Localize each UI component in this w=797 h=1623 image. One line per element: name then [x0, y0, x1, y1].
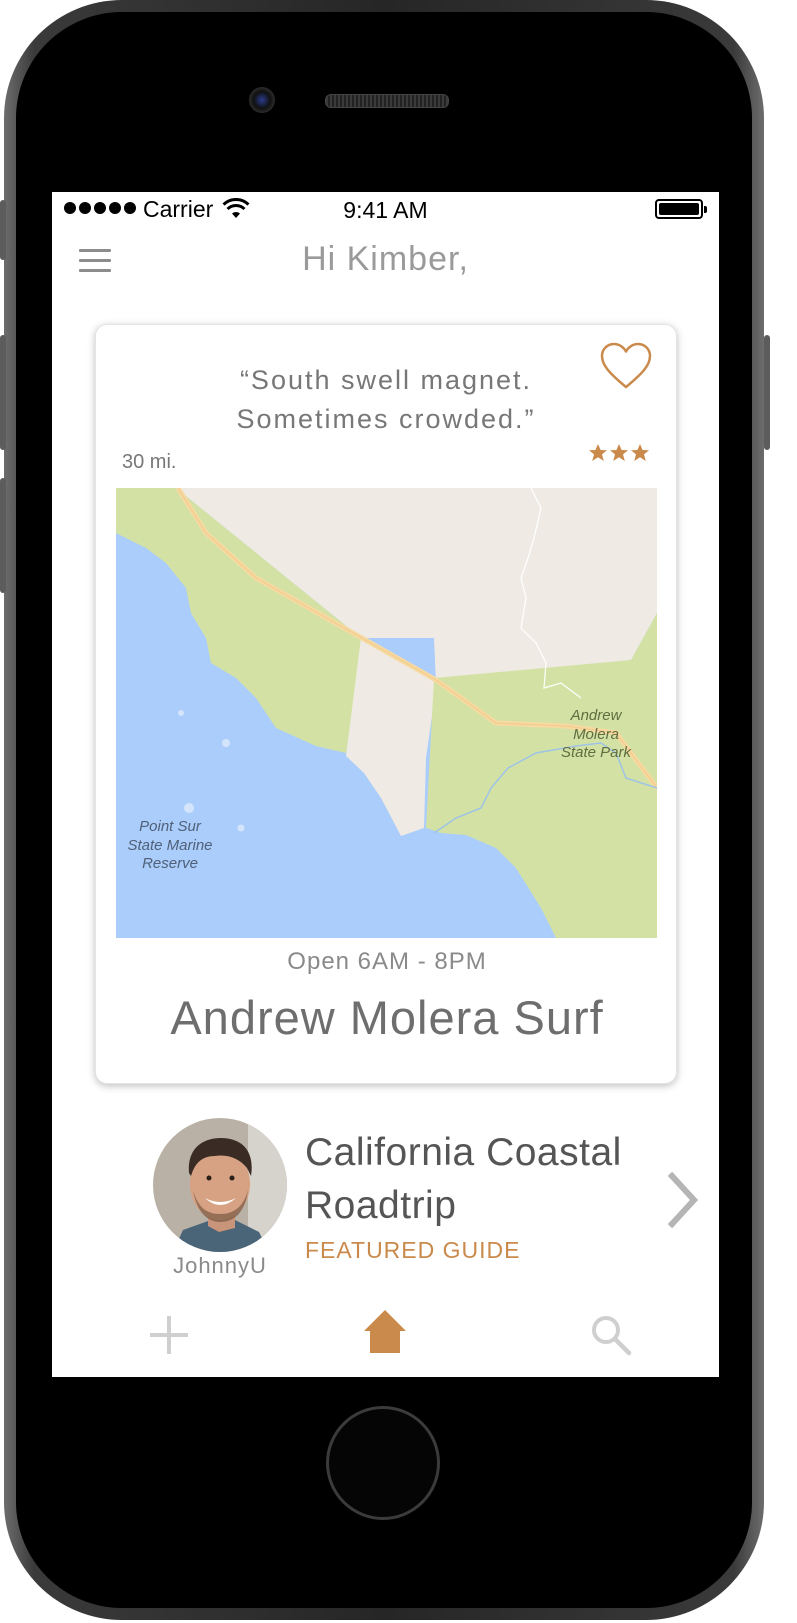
spot-name: Andrew Molera Surf [170, 991, 604, 1044]
front-camera [249, 87, 275, 113]
volume-down-button [0, 478, 6, 593]
guide-author-username[interactable]: JohnnyU [150, 1253, 290, 1279]
chevron-right-icon[interactable] [664, 1170, 704, 1230]
quote-line: “South swell magnet. [239, 365, 533, 395]
location-map[interactable]: Andrew Molera State Park Point Sur State… [116, 488, 657, 938]
status-time: 9:41 AM [343, 197, 428, 223]
map-rock [222, 739, 230, 747]
park-label-line: State Park [561, 744, 633, 761]
park-label-line: Molera [573, 726, 619, 743]
map-rock [237, 824, 245, 832]
quote-line: Sometimes crowded.” [236, 404, 536, 434]
guide-title-line: California Coastal [305, 1131, 622, 1174]
search-icon[interactable] [588, 1312, 634, 1358]
avatar-eye [206, 1175, 212, 1181]
add-icon[interactable] [146, 1312, 192, 1358]
park-label-line: Andrew [570, 707, 623, 724]
opening-hours: Open 6AM - 8PM [287, 948, 487, 975]
reserve-label-line: Point Sur [139, 818, 202, 835]
star-icon [589, 444, 607, 461]
spot-quote: “South swell magnet. Sometimes crowded.” [136, 361, 636, 439]
greeting-title: Hi Kimber, [302, 240, 469, 278]
battery-icon [655, 199, 707, 219]
star-icon [631, 444, 649, 461]
power-button [764, 335, 770, 450]
volume-up-button [0, 335, 6, 450]
distance-label: 30 mi. [122, 451, 177, 473]
guide-title-line: Roadtrip [305, 1184, 457, 1227]
avatar-eye [229, 1175, 235, 1181]
status-bar: Carrier 9:41 AM [52, 192, 719, 228]
home-button[interactable] [326, 1406, 440, 1520]
surf-spot-card[interactable]: “South swell magnet. Sometimes crowded.”… [95, 324, 677, 1084]
reserve-label-line: Reserve [142, 855, 198, 872]
star-icon [610, 444, 628, 461]
earpiece-speaker [325, 94, 449, 108]
app-screen: Carrier 9:41 AM Hi Kimber, “South swell … [52, 192, 719, 1377]
featured-guide-title[interactable]: California Coastal Roadtrip [305, 1126, 665, 1232]
home-icon[interactable] [362, 1307, 408, 1357]
avatar[interactable] [153, 1118, 287, 1252]
star-rating [588, 443, 650, 463]
reserve-label-line: State Marine [127, 837, 212, 854]
avatar-photo [153, 1118, 287, 1252]
featured-guide-tag: FEATURED GUIDE [305, 1237, 521, 1263]
map-rock [184, 803, 194, 813]
map-rock [178, 710, 184, 716]
mute-switch [0, 200, 6, 260]
